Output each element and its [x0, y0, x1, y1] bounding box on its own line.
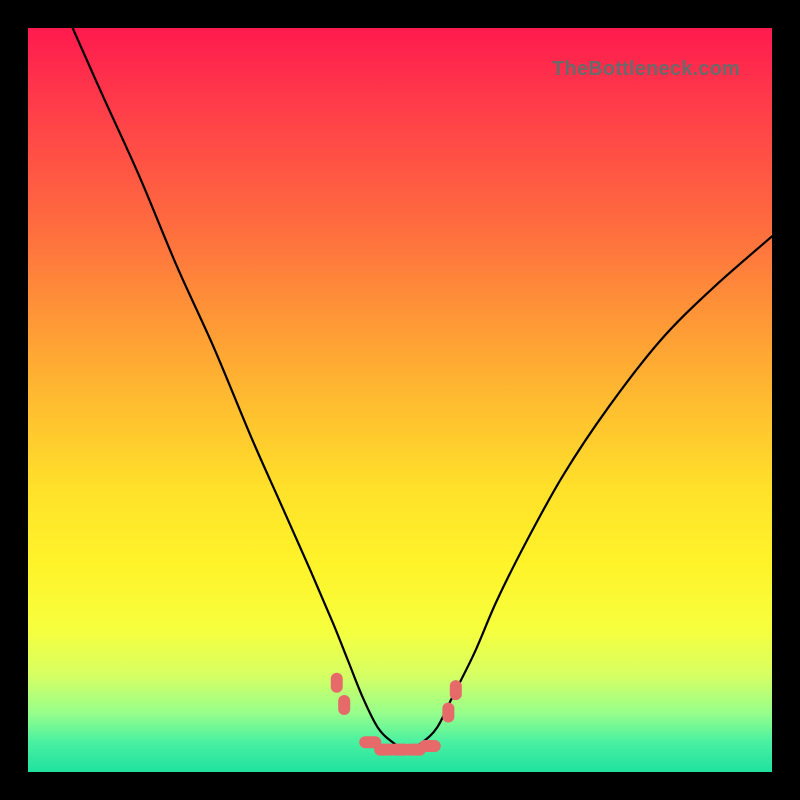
plot-area: TheBottleneck.com	[28, 28, 772, 772]
curve-markers	[331, 673, 462, 756]
curve-marker	[338, 695, 350, 715]
curve-marker	[331, 673, 343, 693]
chart-svg	[28, 28, 772, 772]
curve-marker	[450, 680, 462, 700]
curve-marker	[442, 702, 454, 722]
outer-frame: TheBottleneck.com	[0, 0, 800, 800]
bottleneck-curve	[73, 28, 772, 750]
curve-marker	[419, 740, 441, 752]
